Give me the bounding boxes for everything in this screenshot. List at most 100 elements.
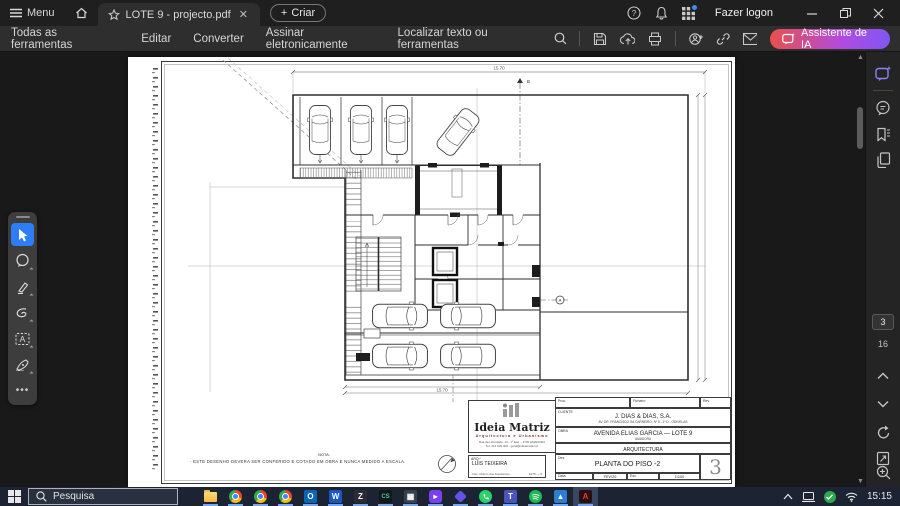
taskbar-chrome-3[interactable]: [273, 487, 298, 506]
dim-label-bottom: 15.70: [436, 388, 448, 393]
taskbar-teams[interactable]: T: [498, 487, 523, 506]
link-icon[interactable]: [716, 32, 730, 46]
north-arrow: [439, 456, 456, 473]
taskbar-outlook[interactable]: O: [298, 487, 323, 506]
palette-drag-handle[interactable]: [16, 216, 30, 218]
tab-all-tools[interactable]: Todas as ferramentas: [0, 27, 130, 51]
section-marker-a: A: [558, 298, 561, 303]
taskbar-whatsapp[interactable]: [473, 487, 498, 506]
scroll-down-icon[interactable]: ▼: [856, 478, 865, 485]
ai-assistant-panel-button[interactable]: [870, 62, 896, 86]
wifi-icon[interactable]: [845, 492, 858, 502]
rotate-clockwise-icon: [876, 425, 891, 440]
scale-label: Esc.: [630, 474, 637, 478]
tab-close-icon[interactable]: ✕: [237, 8, 250, 21]
home-icon: [75, 7, 88, 19]
project-city: AMADORA: [556, 437, 730, 441]
next-page-button[interactable]: [870, 392, 896, 416]
taskbar-search-box[interactable]: Pesquisa: [28, 488, 178, 505]
cloud-upload-icon[interactable]: [620, 32, 636, 46]
chrome-icon: [229, 490, 242, 503]
signin-button[interactable]: Fazer logon: [715, 7, 773, 19]
taskbar-calculator[interactable]: ▦: [398, 487, 423, 506]
taskbar-search-icon: [36, 491, 47, 502]
pdf-page[interactable]: 15.70 B: [128, 57, 735, 487]
help-button[interactable]: ?: [627, 6, 641, 20]
title-block: Proc. Ficheiro Rev. CLIENTE J. DIAS & DI…: [555, 397, 731, 480]
rotate-page-button[interactable]: [870, 420, 896, 444]
pages-panel-button[interactable]: [870, 148, 896, 172]
sheet-number: 3: [709, 455, 722, 479]
pages-icon: [876, 152, 891, 168]
taskbar-app-z[interactable]: Z: [348, 487, 373, 506]
menu-button[interactable]: Menu: [0, 0, 65, 26]
device-icon[interactable]: [802, 492, 815, 502]
tab-edit[interactable]: Editar: [130, 33, 182, 45]
architect-box: ARQ.º LUIS TEIXEIRA Insc. Ordem dos Arqu…: [468, 455, 546, 478]
start-button[interactable]: [0, 487, 28, 506]
print-icon[interactable]: [648, 32, 662, 46]
chrome-icon: [279, 490, 292, 503]
right-sidebar: 3 16: [865, 52, 900, 487]
comments-panel-button[interactable]: [870, 96, 896, 120]
add-text-tool[interactable]: A: [11, 327, 34, 350]
star-icon: [108, 9, 120, 21]
taskbar-photos[interactable]: ▲: [548, 487, 573, 506]
taskbar-word[interactable]: W: [323, 487, 348, 506]
photos-icon: ▲: [554, 490, 567, 503]
taskbar-file-explorer[interactable]: [198, 487, 223, 506]
outlook-icon: O: [304, 490, 317, 503]
document-tab[interactable]: LOTE 9 - projecto.pdf ✕: [98, 3, 260, 26]
windows-logo-icon: [8, 490, 21, 503]
tab-convert[interactable]: Converter: [182, 33, 255, 45]
taskbar-spotify[interactable]: [523, 487, 548, 506]
svg-text:?: ?: [632, 9, 637, 18]
tray-expand-icon[interactable]: [783, 493, 793, 500]
current-page-input[interactable]: 3: [872, 314, 894, 330]
save-icon[interactable]: [593, 32, 607, 46]
select-tool[interactable]: [11, 223, 34, 246]
request-signature-icon[interactable]: [689, 32, 704, 46]
email-icon[interactable]: [743, 33, 758, 45]
restore-icon[interactable]: [840, 8, 851, 19]
cs-app-icon: CS: [379, 490, 392, 503]
fill-sign-tool[interactable]: [11, 353, 34, 376]
apps-button[interactable]: [682, 7, 695, 20]
scrollbar-thumb[interactable]: [857, 107, 863, 149]
close-icon[interactable]: [873, 8, 884, 19]
toolbar-separator: [579, 31, 580, 46]
document-scrollbar[interactable]: ▲ ▼: [856, 52, 865, 487]
draw-tool[interactable]: [11, 301, 34, 324]
minimize-icon[interactable]: [807, 8, 818, 19]
media-app-icon: ▸: [429, 490, 442, 503]
antivirus-tray-icon[interactable]: [824, 491, 836, 503]
taskbar-chrome-1[interactable]: [223, 487, 248, 506]
previous-page-button[interactable]: [870, 364, 896, 388]
notifications-button[interactable]: [655, 6, 668, 20]
diamond-app-icon: [454, 490, 467, 503]
highlight-tool[interactable]: [11, 275, 34, 298]
taskbar-acrobat[interactable]: A: [573, 487, 598, 506]
add-comment-tool[interactable]: [11, 249, 34, 272]
search-icon: [554, 32, 567, 45]
squiggle-icon: [15, 307, 30, 319]
create-button[interactable]: + Criar: [270, 4, 326, 22]
notification-dot: [692, 5, 697, 10]
bookmarks-panel-button[interactable]: [870, 122, 896, 146]
home-button[interactable]: [65, 0, 98, 26]
tab-esign[interactable]: Assinar eletronicamente: [255, 27, 398, 51]
quick-tools-palette: A •••: [8, 212, 37, 405]
note-text: - ESTE DESENHO DEVERA SER CONFERIDO E CO…: [190, 459, 430, 464]
more-tools-button[interactable]: •••: [11, 379, 34, 402]
search-button[interactable]: Localizar texto ou ferramentas: [398, 27, 567, 51]
taskbar-app-cs[interactable]: CS: [373, 487, 398, 506]
taskbar-chrome-2[interactable]: [248, 487, 273, 506]
ai-assistant-button[interactable]: Assistente de IA: [770, 29, 890, 49]
taskbar-media-app[interactable]: ▸: [423, 487, 448, 506]
taskbar-diamond-app[interactable]: [448, 487, 473, 506]
zoom-in-button[interactable]: [870, 460, 896, 484]
clock[interactable]: 15:15: [867, 491, 892, 502]
windows-taskbar: Pesquisa O W Z CS ▦ ▸ T ▲ A 15:15: [0, 487, 900, 506]
logo-box: Ideia Matriz Arquitectura e Urbanismo Ru…: [468, 400, 556, 453]
scroll-up-icon[interactable]: ▲: [856, 54, 865, 61]
